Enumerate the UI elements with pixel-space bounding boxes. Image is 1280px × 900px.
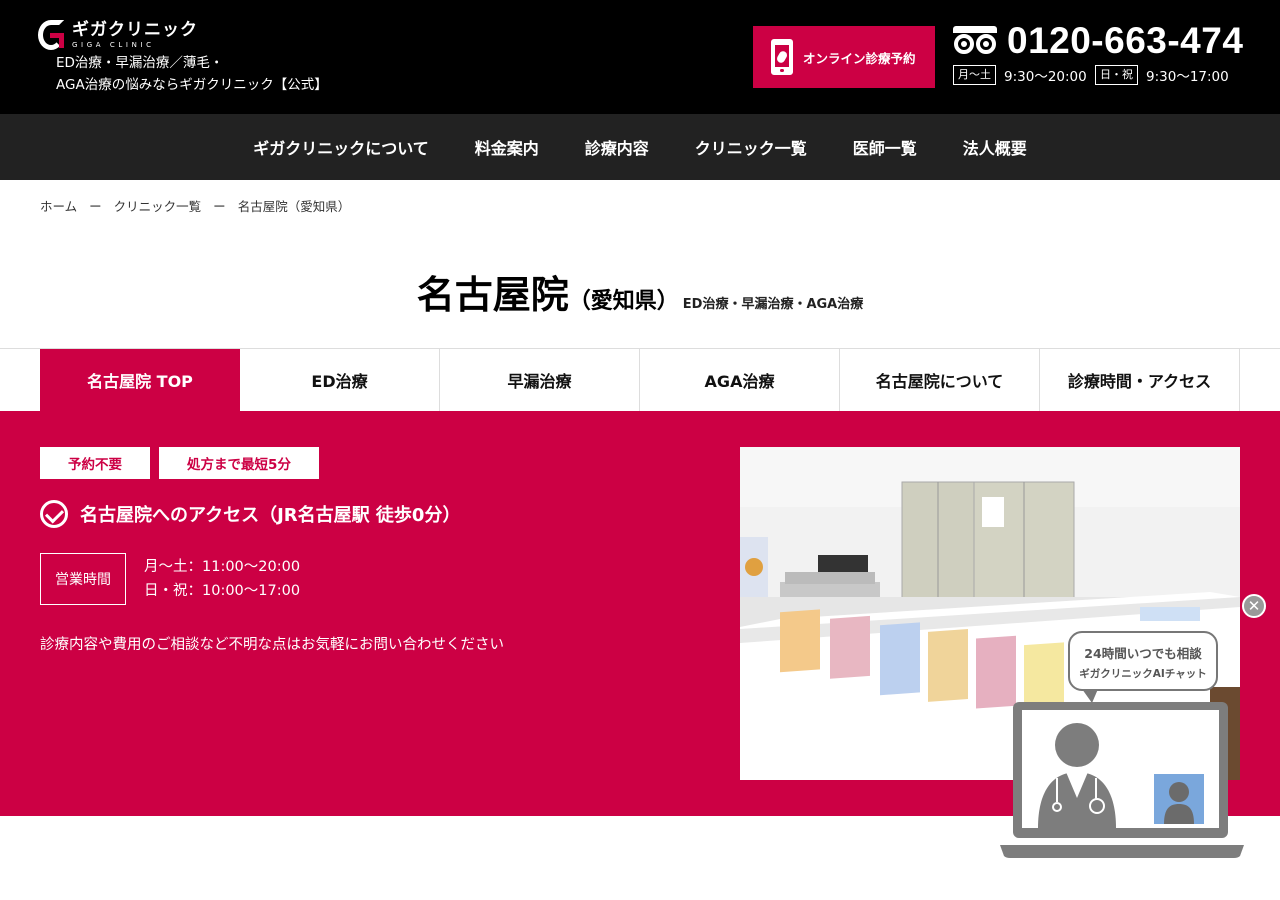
business-hours: 月〜土：11:00〜20:00 日・祝：10:00〜17:00 [144, 555, 300, 603]
page-title: 名古屋院（愛知県） ED治療・早漏治療・AGA治療 [0, 264, 1280, 319]
nav-item-about[interactable]: ギガクリニックについて [253, 135, 429, 159]
hours-day-label: 月〜土 [953, 65, 996, 85]
clinic-tabs-bar: 名古屋院 TOP ED治療 早漏治療 AGA治療 名古屋院について 診療時間・ア… [0, 348, 1280, 411]
chat-line-1: 24時間いつでも相談 [1084, 646, 1202, 661]
tab-top[interactable]: 名古屋院 TOP [40, 349, 240, 411]
chat-close-button[interactable]: ✕ [1242, 594, 1266, 618]
hours-holiday: 日・祝：10:00〜17:00 [144, 583, 301, 599]
phone-number-link[interactable]: 0120-663-474 [953, 20, 1244, 61]
check-circle-icon [40, 500, 68, 528]
clinic-treatments: ED治療・早漏治療・AGA治療 [682, 297, 864, 312]
reservation-label: オンライン診療予約 [803, 50, 916, 66]
breadcrumb: ホーム ー クリニック一覧 ー 名古屋院（愛知県） [40, 196, 350, 215]
feature-badges: 予約不要 処方まで最短5分 [40, 447, 328, 479]
site-header: ギガクリニック GIGA CLINIC ED治療・早漏治療／薄毛・ AGA治療の… [0, 0, 1280, 114]
header-hours-holiday: 日・祝 9:30〜17:00 [1095, 65, 1229, 85]
tagline-line-2: AGA治療の悩みならギガクリニック【公式】 [56, 77, 328, 93]
nav-item-company[interactable]: 法人概要 [963, 135, 1027, 159]
logo-mark-icon [38, 20, 66, 50]
hours-day-label: 日・祝 [1095, 65, 1138, 85]
hours-weekday: 月〜土：11:00〜20:00 [144, 559, 301, 575]
clinic-name: 名古屋院 [416, 273, 569, 317]
breadcrumb-separator: ー [213, 199, 226, 214]
header-hours-weekday: 月〜土 9:30〜20:00 [953, 65, 1087, 85]
hours-time: 9:30〜17:00 [1146, 69, 1229, 85]
smartphone-pill-icon [771, 39, 793, 75]
tagline-line-1: ED治療・早漏治療／薄毛・ [56, 55, 224, 71]
tab-ed[interactable]: ED治療 [240, 349, 440, 411]
clinic-prefecture: （愛知県） [568, 289, 679, 314]
global-nav: ギガクリニックについて 料金案内 診療内容 クリニック一覧 医師一覧 法人概要 [0, 114, 1280, 180]
site-logo[interactable]: ギガクリニック GIGA CLINIC [38, 20, 198, 50]
ai-chat-launcher[interactable] [1000, 700, 1244, 860]
tab-hours-access[interactable]: 診療時間・アクセス [1040, 349, 1240, 411]
tab-about[interactable]: 名古屋院について [840, 349, 1040, 411]
freedial-icon [953, 26, 997, 56]
business-hours-label: 営業時間 [40, 553, 126, 605]
ai-chat-bubble[interactable]: 24時間いつでも相談 ギガクリニックAIチャット [1068, 631, 1218, 703]
inquiry-text: 診療内容や費用のご相談など不明な点はお気軽にお問い合わせください [40, 637, 504, 653]
nav-item-doctors[interactable]: 医師一覧 [853, 135, 917, 159]
nav-item-pricing[interactable]: 料金案内 [475, 135, 539, 159]
logo-subtitle: GIGA CLINIC [72, 41, 155, 49]
access-text: 名古屋院へのアクセス（JR名古屋駅 徒歩0分） [80, 505, 461, 526]
breadcrumb-current: 名古屋院（愛知県） [237, 199, 351, 214]
breadcrumb-separator: ー [89, 199, 102, 214]
nav-item-treatments[interactable]: 診療内容 [585, 135, 649, 159]
tab-pe[interactable]: 早漏治療 [440, 349, 640, 411]
badge-fast-prescription: 処方まで最短5分 [159, 447, 319, 479]
doctor-laptop-icon [1000, 702, 1244, 858]
phone-number: 0120-663-474 [1007, 20, 1244, 61]
badge-no-reservation: 予約不要 [40, 447, 150, 479]
logo-name: ギガクリニック [72, 20, 198, 40]
online-reservation-button[interactable]: オンライン診療予約 [753, 26, 935, 88]
access-heading: 名古屋院へのアクセス（JR名古屋駅 徒歩0分） [40, 500, 460, 528]
tab-aga[interactable]: AGA治療 [640, 349, 840, 411]
breadcrumb-clinics[interactable]: クリニック一覧 [114, 196, 202, 215]
breadcrumb-home[interactable]: ホーム [40, 196, 77, 215]
chat-line-2: ギガクリニックAIチャット [1079, 668, 1207, 680]
nav-item-clinics[interactable]: クリニック一覧 [695, 135, 807, 159]
hours-time: 9:30〜20:00 [1004, 69, 1087, 85]
site-tagline: ED治療・早漏治療／薄毛・ AGA治療の悩みならギガクリニック【公式】 [56, 52, 328, 96]
